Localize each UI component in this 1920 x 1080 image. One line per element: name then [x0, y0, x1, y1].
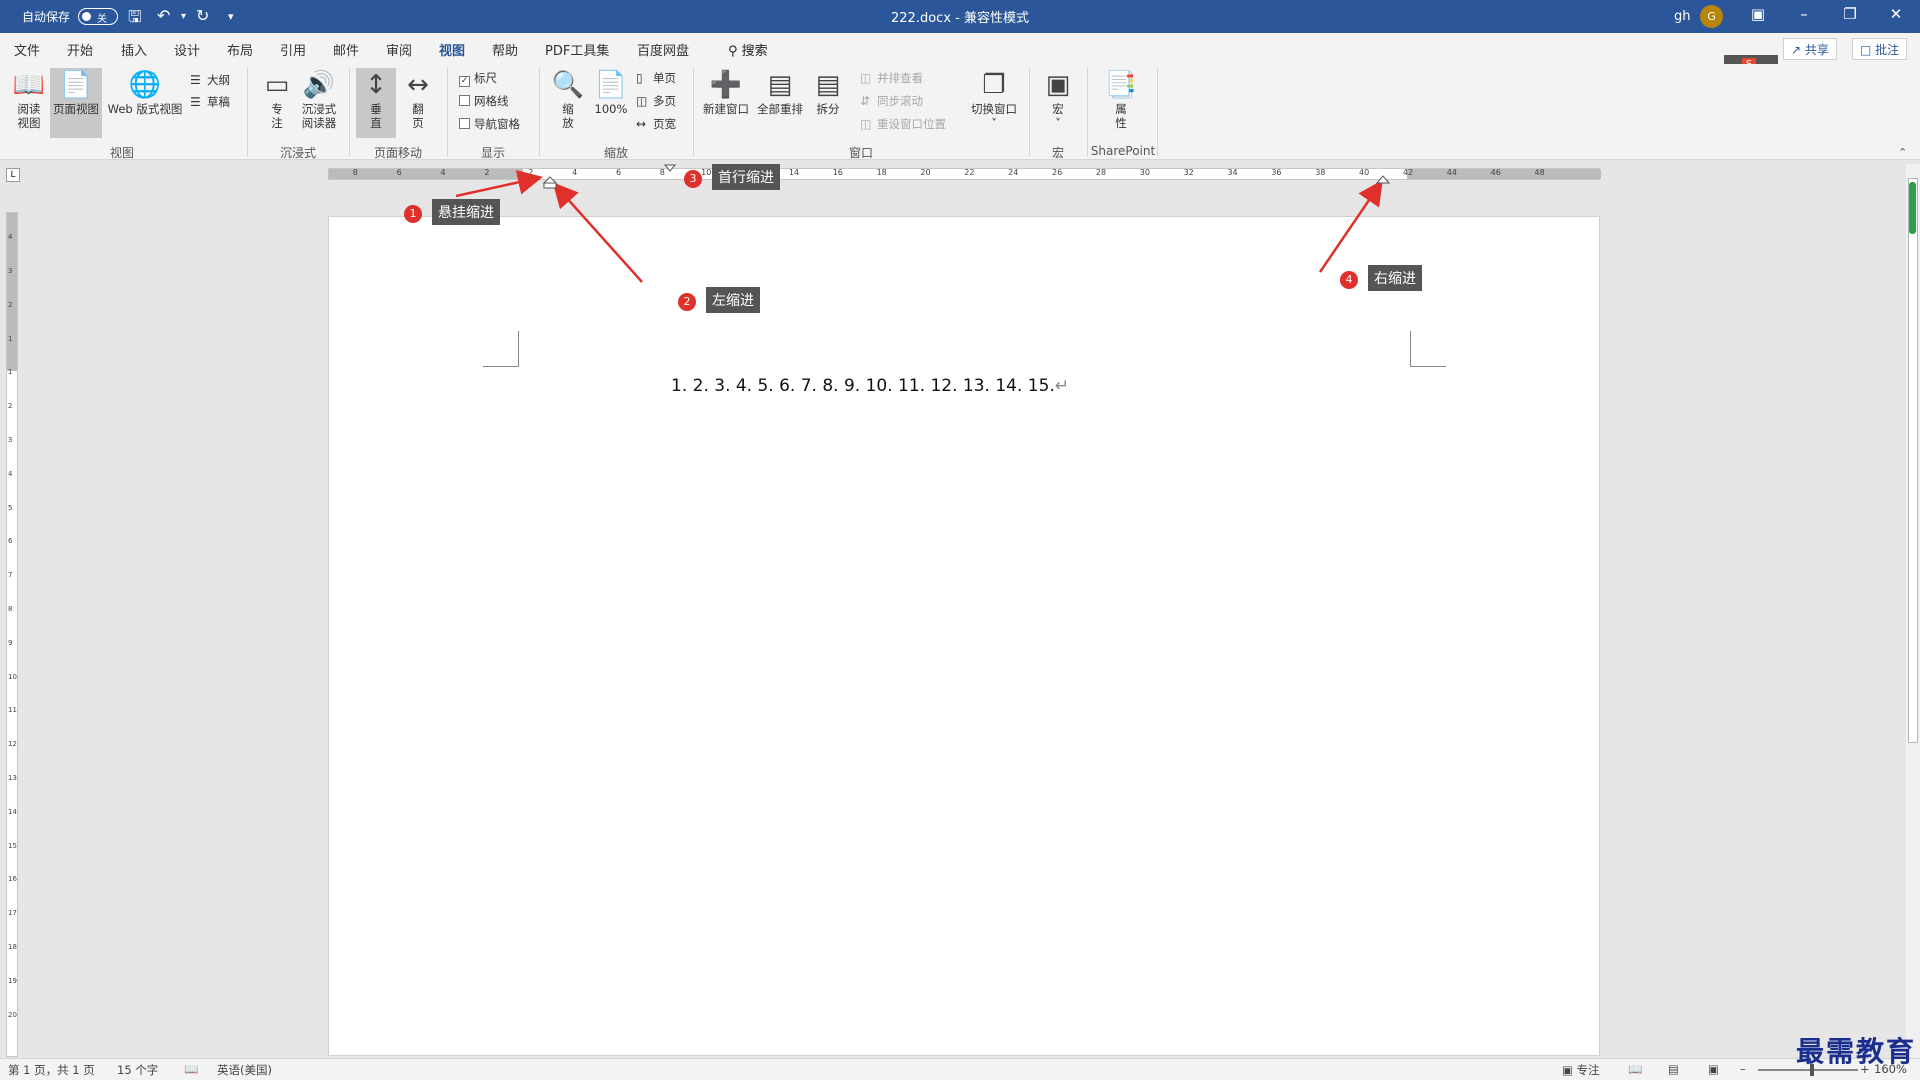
word-count[interactable]: 15 个字 [117, 1062, 158, 1078]
left-indent-marker [543, 182, 557, 189]
annotation-left-indent: 左缩进 [706, 287, 760, 313]
annotation-arrows [455, 164, 1391, 283]
hanging-indent-marker [542, 176, 558, 184]
proofing-icon[interactable]: 📖 [184, 1062, 198, 1076]
annotation-badge-2: 2 [678, 293, 696, 311]
language[interactable]: 英语(美国) [217, 1062, 272, 1078]
web-layout-status-icon[interactable]: ▣ [1708, 1062, 1719, 1076]
scroll-position-indicator [1909, 182, 1916, 234]
annotation-first-line-indent: 首行缩进 [712, 164, 780, 190]
print-layout-status-icon[interactable]: ▤ [1668, 1062, 1679, 1076]
focus-mode-status[interactable]: ▣ 专注 [1562, 1062, 1600, 1078]
first-line-indent-marker [663, 164, 677, 172]
annotation-badge-3: 3 [684, 170, 702, 188]
read-mode-status-icon[interactable]: 📖 [1628, 1062, 1642, 1076]
scrollbar-thumb[interactable] [1908, 178, 1918, 743]
right-indent-marker [1375, 175, 1391, 184]
annotation-hanging-indent: 悬挂缩进 [432, 199, 500, 225]
watermark-logo: 最需教育 [1796, 1035, 1917, 1068]
vertical-scrollbar[interactable] [1906, 164, 1920, 1060]
annotation-badge-4: 4 [1340, 271, 1358, 289]
arrow-left-indent [552, 182, 643, 283]
focus-mode-icon: ▣ [1562, 1063, 1573, 1077]
status-bar: 第 1 页，共 1 页 15 个字 📖 英语(美国) ▣ 专注 📖 ▤ ▣ – … [0, 1058, 1920, 1080]
annotation-badge-1: 1 [404, 205, 422, 223]
annotation-right-indent: 右缩进 [1368, 265, 1422, 291]
page-count[interactable]: 第 1 页，共 1 页 [8, 1062, 95, 1078]
arrow-hanging-indent [455, 170, 543, 198]
arrow-right-indent [1318, 179, 1383, 273]
zoom-out-icon[interactable]: – [1740, 1062, 1746, 1076]
